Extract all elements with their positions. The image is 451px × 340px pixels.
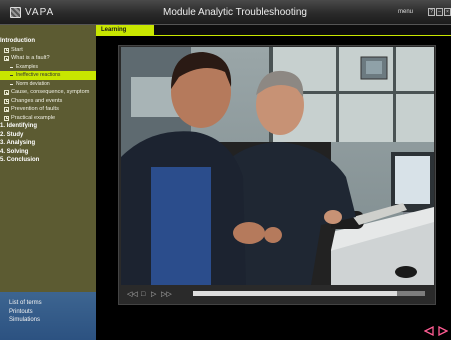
video-player[interactable] [121,47,434,285]
sidebar-item-label: Cause, consequence, symptom [11,89,90,95]
fast-forward-icon[interactable]: ▷▷ [161,290,172,299]
sidebar-item-practical-example[interactable]: Practical example [0,114,96,123]
expand-icon[interactable] [4,98,9,104]
previous-page-button[interactable] [424,326,434,336]
sidebar-item-5-conclusion[interactable]: 5. Conclusion [0,156,96,165]
sidebar-nav: Introduction Start What is a fault? Example… [0,37,96,165]
expand-icon[interactable] [4,90,9,95]
sidebar-item-examples[interactable]: Examples [0,63,96,72]
sidebar-item-label: 5. Conclusion [0,157,40,163]
rewind-icon[interactable]: ◁◁ [127,290,138,299]
expand-icon[interactable] [4,115,9,121]
sidebar-item-label: Introduction [0,38,35,44]
video-progress-fill [193,291,398,296]
expand-icon[interactable] [4,107,9,112]
minimize-button[interactable]: – [436,8,443,16]
sidebar-item-label: What is a fault? [11,55,50,61]
logo-icon [10,6,21,18]
dash-icon [10,83,13,85]
expand-icon[interactable] [4,47,9,53]
sidebar-item-prevention-of-faults[interactable]: Prevention of faults [0,105,96,114]
sidebar-item-ineffective-reactions[interactable]: Ineffective reactions [0,71,96,80]
play-icon[interactable]: ▷ [151,290,156,299]
sidebar-item-label: Norm deviation [16,80,50,87]
tab-bar: Learning [96,25,451,35]
logo-text: VAPA [25,6,55,18]
simulations-link[interactable]: Simulations [0,316,96,325]
page-navigation [424,326,448,336]
dash-icon [10,75,13,76]
sidebar-item-cause-consequence-symptom[interactable]: Cause, consequence, symptom [0,88,96,97]
sidebar-item-changes-and-events[interactable]: Changes and events [0,97,96,106]
title-bar: VAPA Module Analytic Troubleshooting men… [0,0,451,25]
sidebar-item-introduction[interactable]: Introduction [0,37,96,46]
sidebar-item-label: Prevention of faults [11,106,59,112]
menu-link[interactable]: menu [398,9,413,15]
sidebar-bottom-links: List of terms Printouts Simulations [0,292,96,340]
tab-learning[interactable]: Learning [96,25,154,35]
sidebar-item-4-solving[interactable]: 4. Solving [0,148,96,157]
dash-icon [10,66,13,68]
close-button[interactable]: × [444,8,451,16]
video-progress-bar[interactable] [193,291,425,296]
video-controls: ◁◁ □ ▷ ▷▷ [121,287,434,302]
sidebar: Introduction Start What is a fault? Example… [0,25,96,340]
stop-icon[interactable]: □ [141,290,145,299]
sidebar-item-label: Practical example [11,114,56,121]
sidebar-item-start[interactable]: Start [0,46,96,55]
sidebar-item-1-identifying[interactable]: 1. Identifying [0,122,96,131]
window-buttons: ? – × [428,8,451,16]
sidebar-item-3-analysing[interactable]: 3. Analysing [0,139,96,148]
sidebar-item-label: 1. Identifying [0,123,38,129]
sidebar-item-label: Examples [16,63,38,70]
sidebar-item-label: 2. Study [0,131,24,138]
sidebar-item-label: 3. Analysing [0,140,36,146]
sidebar-item-label: Ineffective reactions [16,72,61,78]
sidebar-item-what-is-a-fault[interactable]: What is a fault? [0,54,96,63]
next-page-button[interactable] [438,326,448,336]
sidebar-item-norm-deviation[interactable]: Norm deviation [0,80,96,89]
vapa-logo: VAPA [10,5,54,19]
list-of-terms-link[interactable]: List of terms [0,299,96,308]
expand-icon[interactable] [4,56,9,61]
video-frame-image [121,47,434,285]
sidebar-item-2-study[interactable]: 2. Study [0,131,96,140]
help-button[interactable]: ? [428,8,435,16]
app-title: Module Analytic Troubleshooting [163,7,307,18]
sidebar-item-label: Start [11,46,23,53]
printouts-link[interactable]: Printouts [0,308,96,317]
sidebar-item-label: Changes and events [11,97,63,104]
sidebar-item-label: 4. Solving [0,148,29,155]
